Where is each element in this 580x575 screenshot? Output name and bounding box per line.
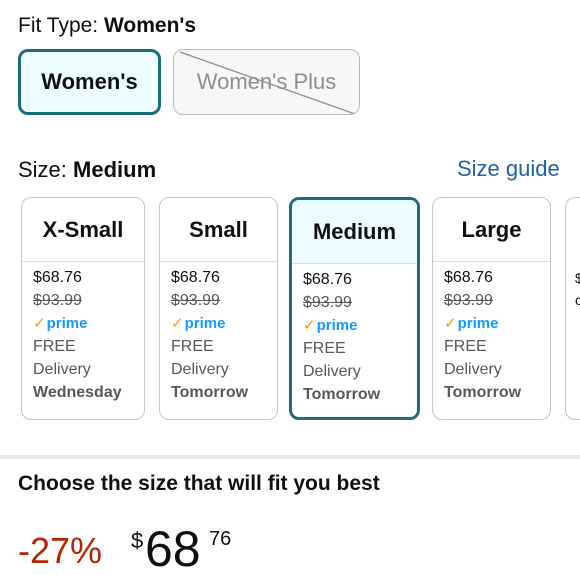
prime-check-icon: ✓ [444, 315, 457, 332]
delivery-free: FREE [171, 338, 214, 355]
size-fit-heading: Choose the size that will fit you best [18, 472, 380, 495]
prime-badge: ✓ prime [444, 312, 550, 335]
prime-label: prime [316, 317, 358, 334]
size-list-price: $93.99 [33, 292, 82, 309]
delivery-label: Delivery [303, 363, 361, 380]
delivery-label: Delivery [33, 361, 91, 378]
size-guide-link[interactable]: Size guide [457, 156, 560, 182]
discount-percent: -27% [18, 530, 103, 571]
size-price: $68.76 [33, 269, 82, 286]
price-fraction: 76 [209, 528, 232, 550]
size-list-price: $93.99 [303, 294, 352, 311]
size-name: Large [433, 198, 550, 262]
size-label: Size: [18, 157, 74, 182]
prime-check-icon: ✓ [303, 317, 316, 334]
size-list-price: $93.99 [444, 292, 493, 309]
fit-option-womens-plus[interactable]: Women's Plus [173, 49, 360, 115]
partial-text: $ [575, 270, 580, 286]
fit-option-label: Women's [41, 69, 138, 94]
size-option-xsmall[interactable]: X-Small $68.76 $93.99 ✓ prime FREE Delive… [21, 197, 145, 420]
size-price: $68.76 [444, 269, 493, 286]
size-price: $68.76 [303, 271, 352, 288]
delivery-free: FREE [444, 338, 487, 355]
size-option-medium[interactable]: Medium $68.76 $93.99 ✓ prime FREE Deliver… [289, 197, 420, 420]
delivery-day: Tomorrow [303, 386, 381, 403]
price-whole: 68 [145, 521, 201, 575]
prime-badge: ✓ prime [303, 314, 417, 337]
prime-check-icon: ✓ [33, 315, 46, 332]
section-divider [0, 455, 580, 459]
delivery-label: Delivery [171, 361, 229, 378]
size-price: $68.76 [171, 269, 220, 286]
delivery-free: FREE [303, 340, 346, 357]
prime-label: prime [457, 315, 499, 332]
size-row: Size: Medium [18, 157, 156, 183]
size-name: Small [160, 198, 277, 262]
prime-check-icon: ✓ [171, 315, 184, 332]
size-option-small[interactable]: Small $68.76 $93.99 ✓ prime FREE Delivery… [159, 197, 278, 420]
prime-badge: ✓ prime [33, 312, 144, 335]
size-option-partial[interactable]: $ c [565, 197, 580, 420]
delivery-day: Tomorrow [171, 384, 249, 401]
size-option-large[interactable]: Large $68.76 $93.99 ✓ prime FREE Delivery… [432, 197, 551, 420]
price-symbol: $ [131, 528, 144, 553]
size-name: X-Small [22, 198, 144, 262]
delivery-free: FREE [33, 338, 76, 355]
delivery-day: Wednesday [33, 384, 122, 401]
fit-type-row: Fit Type: Women's [18, 14, 196, 38]
fit-type-label: Fit Type: [18, 14, 104, 37]
delivery-day: Tomorrow [444, 384, 522, 401]
delivery-label: Delivery [444, 361, 502, 378]
prime-label: prime [184, 315, 226, 332]
size-list-price: $93.99 [171, 292, 220, 309]
fit-type-value: Women's [103, 14, 197, 37]
unavailable-strike-icon [179, 51, 356, 114]
prime-badge: ✓ prime [171, 312, 277, 335]
fit-option-womens[interactable]: Women's [18, 49, 161, 115]
prime-label: prime [46, 315, 88, 332]
partial-text: c [575, 292, 580, 308]
size-value: Medium [73, 157, 157, 182]
size-name: Medium [292, 200, 417, 264]
